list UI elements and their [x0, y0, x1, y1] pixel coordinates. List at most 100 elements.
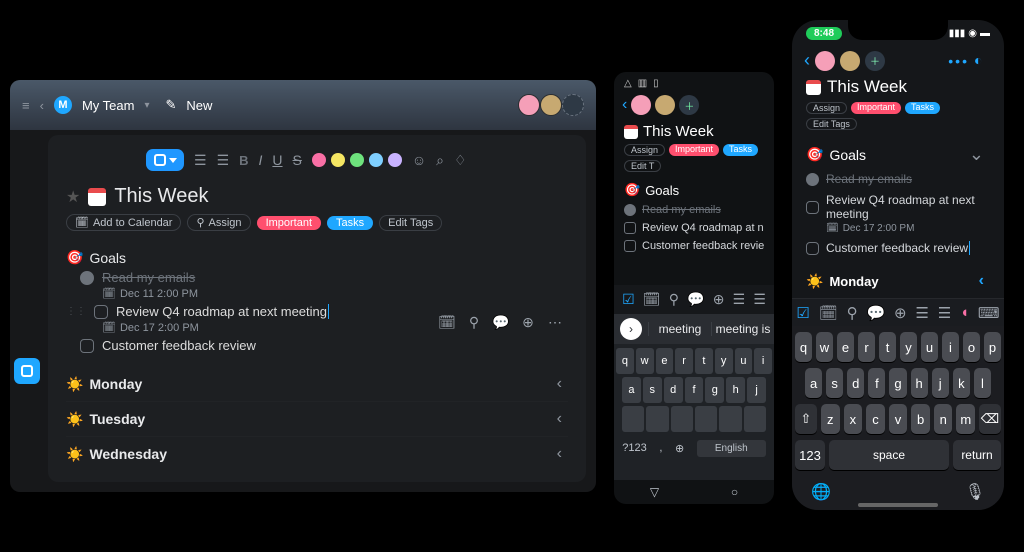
search-icon[interactable]: ⌕	[436, 152, 444, 169]
star-icon[interactable]: ★	[66, 187, 80, 207]
globe-icon[interactable]: 🌐	[811, 482, 831, 502]
checkbox-icon[interactable]	[94, 305, 108, 319]
add-to-calendar-tag[interactable]: 🗓Add to Calendar	[66, 214, 181, 231]
comment-action-icon[interactable]: 💬	[492, 313, 510, 331]
outdent-icon[interactable]: ☰	[217, 152, 230, 169]
key-p[interactable]: p	[984, 332, 1001, 362]
key-i[interactable]: i	[754, 348, 772, 374]
key-e[interactable]: e	[837, 332, 854, 362]
color-purple[interactable]	[388, 153, 402, 167]
calendar-action-icon[interactable]: 🗓	[438, 313, 456, 331]
avatar-2[interactable]	[840, 51, 860, 71]
attach-tool-icon[interactable]: ⊕	[713, 291, 725, 308]
avatar-1[interactable]	[631, 95, 651, 115]
key-q[interactable]: q	[795, 332, 812, 362]
key-j[interactable]: j	[932, 368, 949, 398]
new-label[interactable]: New	[186, 98, 212, 113]
comment-tool-icon[interactable]: 💬	[687, 291, 704, 308]
key-y[interactable]: y	[900, 332, 917, 362]
key-c[interactable]: c	[866, 404, 885, 434]
checkbox-tool-icon[interactable]: ☑	[796, 304, 809, 322]
key-j[interactable]: j	[747, 377, 766, 403]
comment-tool-icon[interactable]: 💬	[866, 304, 885, 322]
task-feedback[interactable]: Customer feedback review	[806, 241, 990, 255]
drag-handle-icon[interactable]: ⋮⋮	[66, 306, 86, 317]
keyboard-hide-icon[interactable]: ⌨	[978, 304, 1000, 322]
color-yellow[interactable]	[331, 153, 345, 167]
back-icon[interactable]: ‹	[622, 96, 627, 114]
key-s[interactable]: s	[826, 368, 843, 398]
task-roadmap[interactable]: Review Q4 roadmap at next meeting	[806, 193, 990, 221]
avatar-2[interactable]	[540, 94, 562, 116]
emoji-icon[interactable]: ☺	[412, 152, 426, 168]
key-blank[interactable]	[646, 406, 668, 432]
backspace-key[interactable]: ⌫	[979, 404, 1001, 434]
add-member-icon[interactable]: ＋	[679, 95, 699, 115]
bell-icon[interactable]: ♢	[454, 152, 467, 169]
key-h[interactable]: h	[911, 368, 928, 398]
assign-tool-icon[interactable]: ⚲	[847, 304, 858, 322]
key-z[interactable]: z	[821, 404, 840, 434]
key-d[interactable]: d	[847, 368, 864, 398]
day-tuesday[interactable]: ☀️Tuesday‹	[66, 401, 568, 436]
return-key[interactable]: return	[953, 440, 1001, 470]
key-i[interactable]: i	[942, 332, 959, 362]
task-feedback[interactable]: Customer feedback review	[66, 334, 568, 353]
mic-icon[interactable]: 🎙	[965, 482, 985, 502]
chevron-left-icon[interactable]: ‹	[557, 375, 568, 393]
more-action-icon[interactable]: ⋯	[546, 313, 564, 331]
edit-tags-tag[interactable]: Edit Tags	[379, 215, 442, 231]
day-wednesday[interactable]: ☀️Wednesday‹	[66, 436, 568, 471]
attach-action-icon[interactable]: ⊕	[519, 313, 537, 331]
key-g[interactable]: g	[705, 377, 724, 403]
numbers-key[interactable]: 123	[795, 440, 825, 470]
expand-suggestions-icon[interactable]: ›	[620, 318, 642, 340]
globe-icon[interactable]: ⊕	[675, 442, 684, 455]
avatar-1[interactable]	[815, 51, 835, 71]
key-d[interactable]: d	[664, 377, 683, 403]
color-green[interactable]	[350, 153, 364, 167]
key-v[interactable]: v	[889, 404, 908, 434]
key-h[interactable]: h	[726, 377, 745, 403]
task-feedback[interactable]: Customer feedback review	[624, 240, 764, 252]
key-y[interactable]: y	[715, 348, 733, 374]
page-title[interactable]: This Week	[114, 185, 208, 208]
avatar-1[interactable]	[518, 94, 540, 116]
suggestion-2[interactable]: meeting is	[711, 322, 774, 336]
key-w[interactable]: w	[636, 348, 654, 374]
chevron-left-icon[interactable]: ‹	[557, 410, 568, 428]
day-monday[interactable]: ☀️Monday‹	[806, 267, 990, 295]
home-indicator[interactable]	[858, 503, 938, 507]
assign-tag[interactable]: ⚲Assign	[187, 214, 250, 231]
key-r[interactable]: r	[858, 332, 875, 362]
key-w[interactable]: w	[816, 332, 833, 362]
team-label[interactable]: My Team	[82, 98, 135, 113]
important-pill[interactable]: Important	[257, 216, 321, 230]
outdent-tool-icon[interactable]: ☰	[753, 291, 766, 308]
task-read-emails[interactable]: Read my emails	[624, 204, 764, 216]
key-f[interactable]: f	[685, 377, 704, 403]
indent-tool-icon[interactable]: ☰	[915, 304, 928, 322]
key-g[interactable]: g	[889, 368, 906, 398]
italic-button[interactable]: I	[259, 152, 263, 168]
important-pill[interactable]: Important	[669, 144, 719, 156]
chevron-down-icon[interactable]: ⌄	[969, 144, 990, 165]
key-m[interactable]: m	[956, 404, 975, 434]
key-u[interactable]: u	[921, 332, 938, 362]
key-f[interactable]: f	[868, 368, 885, 398]
checkbox-tool-icon[interactable]: ☑	[622, 291, 635, 308]
assign-action-icon[interactable]: ⚲	[465, 313, 483, 331]
team-dropdown-icon[interactable]: ▾	[144, 100, 149, 111]
checkbox-icon[interactable]	[80, 271, 94, 285]
chevron-left-icon[interactable]: ‹	[557, 445, 568, 463]
key-k[interactable]: k	[953, 368, 970, 398]
calendar-tool-icon[interactable]: 🗓	[643, 291, 661, 308]
key-u[interactable]: u	[735, 348, 753, 374]
assign-tool-icon[interactable]: ⚲	[669, 291, 679, 308]
important-pill[interactable]: Important	[851, 102, 901, 114]
tasks-pill[interactable]: Tasks	[905, 102, 940, 114]
add-member-icon[interactable]	[562, 94, 584, 116]
avatar-2[interactable]	[655, 95, 675, 115]
outdent-tool-icon[interactable]: ☰	[938, 304, 951, 322]
key-o[interactable]: o	[963, 332, 980, 362]
